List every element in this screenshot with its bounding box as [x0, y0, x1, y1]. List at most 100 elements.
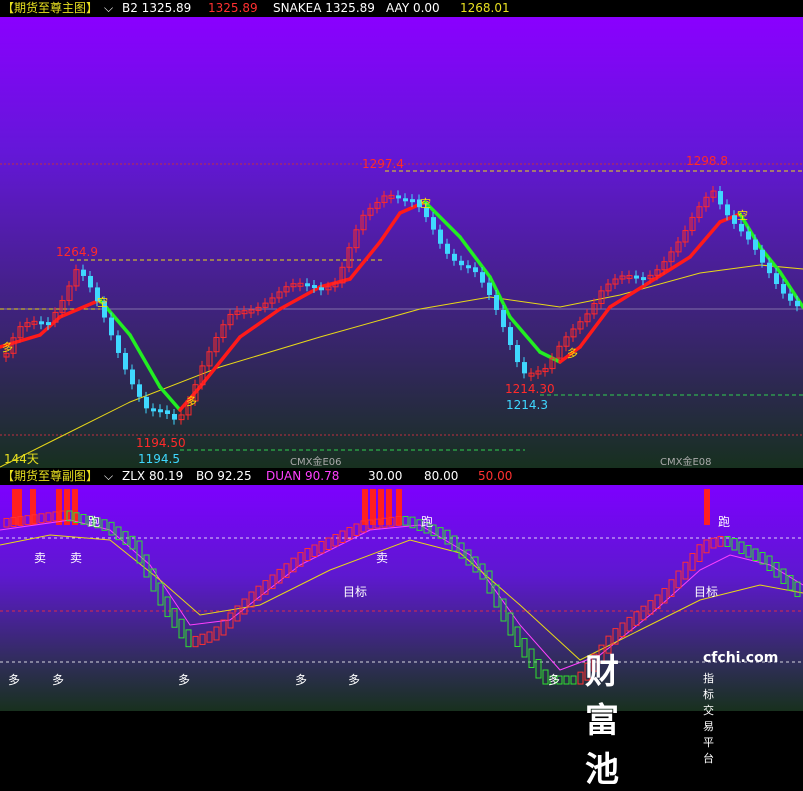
- candle-body: [109, 317, 114, 336]
- sub-chart-header: 【期货至尊副图】 ⌵ ZLX 80.19 BO 92.25 DUAN 90.78…: [0, 468, 803, 485]
- level-30-value: 30.00: [368, 469, 403, 483]
- oscillator-bar: [619, 622, 626, 638]
- long-signal-label: 多: [178, 673, 191, 687]
- short-signal-marker: 空: [97, 296, 108, 309]
- candle-body: [774, 273, 779, 285]
- candle-body: [165, 410, 170, 414]
- oscillator-bar: [780, 568, 787, 585]
- oscillator-bar: [703, 539, 710, 554]
- signal-bar: [72, 489, 78, 525]
- oscillator-bar: [164, 596, 171, 618]
- candle-body: [172, 413, 177, 420]
- candle-body: [116, 335, 121, 353]
- oscillator-bar: [633, 611, 640, 626]
- dropdown-chevron-icon[interactable]: ⌵: [104, 0, 113, 17]
- oscillator-bar: [689, 553, 696, 571]
- oscillator-bar: [206, 631, 213, 643]
- low-label-cyan-2: 1214.3: [506, 398, 548, 412]
- candle-body: [144, 396, 149, 409]
- target-label: 目标: [343, 585, 368, 599]
- sell-signal-label: 卖: [70, 551, 83, 565]
- candle-body: [445, 243, 450, 254]
- sub-indicator-chart[interactable]: 跑 跑 跑 卖 卖 卖 目标 目标 多 多 多 多 多 多: [0, 485, 803, 711]
- low-label-cyan-1: 1194.5: [138, 452, 180, 466]
- oscillator-bar: [640, 605, 647, 621]
- candle-body: [760, 249, 765, 263]
- long-moving-average: [0, 264, 803, 468]
- oscillator-bar: [311, 544, 318, 557]
- long-signal-label: 多: [348, 673, 361, 687]
- candle-body: [508, 327, 513, 345]
- candle-body: [312, 285, 317, 289]
- short-moving-average-segment: [608, 280, 652, 309]
- oscillator-bar: [304, 548, 311, 562]
- brand-site: cfchi.com: [703, 650, 779, 666]
- candle-body: [522, 362, 527, 374]
- run-signal-label: 跑: [421, 515, 434, 529]
- short-moving-average-segment: [38, 315, 62, 337]
- oscillator-bar: [696, 544, 703, 562]
- candle-body: [158, 409, 163, 413]
- oscillator-bar: [402, 516, 409, 526]
- oscillator-bar: [339, 530, 346, 543]
- sub-indicator-title[interactable]: 【期货至尊副图】: [2, 468, 98, 485]
- high-label-2: 1297.4: [362, 157, 404, 171]
- dropdown-chevron-icon[interactable]: ⌵: [104, 468, 113, 485]
- candle-body: [431, 217, 436, 230]
- oscillator-bar: [675, 570, 682, 589]
- candle-body: [746, 231, 751, 240]
- main-indicator-title[interactable]: 【期货至尊主图】: [2, 0, 98, 17]
- candle-body: [795, 300, 800, 307]
- oscillator-bar: [178, 618, 185, 639]
- low-label-red-1: 1194.50: [136, 436, 186, 450]
- candle-body: [137, 384, 142, 397]
- candle-body: [480, 272, 485, 283]
- oscillator-bar: [493, 584, 500, 608]
- oscillator-bar: [507, 612, 514, 636]
- candle-body: [403, 198, 408, 202]
- candle-body: [81, 269, 86, 276]
- signal-bar: [12, 489, 22, 525]
- short-moving-average-segment: [158, 385, 182, 412]
- candle-body: [305, 283, 310, 287]
- b2-value: B2 1325.89: [122, 1, 192, 15]
- aay-value: AAY 0.00: [386, 1, 440, 15]
- level-50-value: 50.00: [478, 469, 513, 483]
- oscillator-bar: [752, 548, 759, 561]
- candle-body: [487, 282, 492, 296]
- main-price-chart[interactable]: 1264.9 1297.4 1298.8 1194.50 1194.5 1214…: [0, 17, 803, 468]
- candle-body: [494, 295, 499, 310]
- candle-body: [725, 204, 730, 216]
- oscillator-bar: [192, 635, 199, 648]
- bo-value: BO 92.25: [196, 469, 252, 483]
- candle-body: [466, 265, 471, 269]
- chart-window: 【期货至尊主图】 ⌵ B2 1325.89 1325.89 SNAKEA 132…: [0, 0, 803, 790]
- signal-bar: [30, 489, 36, 525]
- oscillator-bar: [353, 523, 360, 536]
- oscillator-bar: [143, 554, 150, 578]
- long-signal-marker: 多: [567, 347, 578, 360]
- candle-body: [641, 277, 646, 281]
- oscillator-bar: [570, 675, 577, 685]
- candle-body: [515, 344, 520, 363]
- brand-tagline: 指标交易平台: [703, 672, 714, 765]
- long-signal-label: 多: [8, 673, 21, 687]
- candle-body: [718, 191, 723, 205]
- candle-body: [753, 239, 758, 250]
- short-moving-average-segment: [578, 305, 612, 349]
- oscillator-bar: [24, 515, 31, 526]
- long-signal-label: 多: [52, 673, 65, 687]
- oscillator-chart: [0, 489, 803, 685]
- candle-body: [452, 253, 457, 261]
- candle-body: [473, 267, 478, 273]
- contract-label-1: CMX金E06: [290, 457, 342, 468]
- zlx-value: ZLX 80.19: [122, 469, 184, 483]
- b2-red-value: 1325.89: [208, 1, 258, 15]
- oscillator-bar: [45, 512, 52, 523]
- oscillator-bar: [325, 537, 332, 550]
- oscillator-bar: [332, 534, 339, 547]
- long-signal-label: 多: [548, 673, 561, 687]
- brand-logo: 财富池: [585, 652, 619, 790]
- oscillator-bar: [3, 517, 10, 528]
- oscillator-bar: [157, 582, 164, 606]
